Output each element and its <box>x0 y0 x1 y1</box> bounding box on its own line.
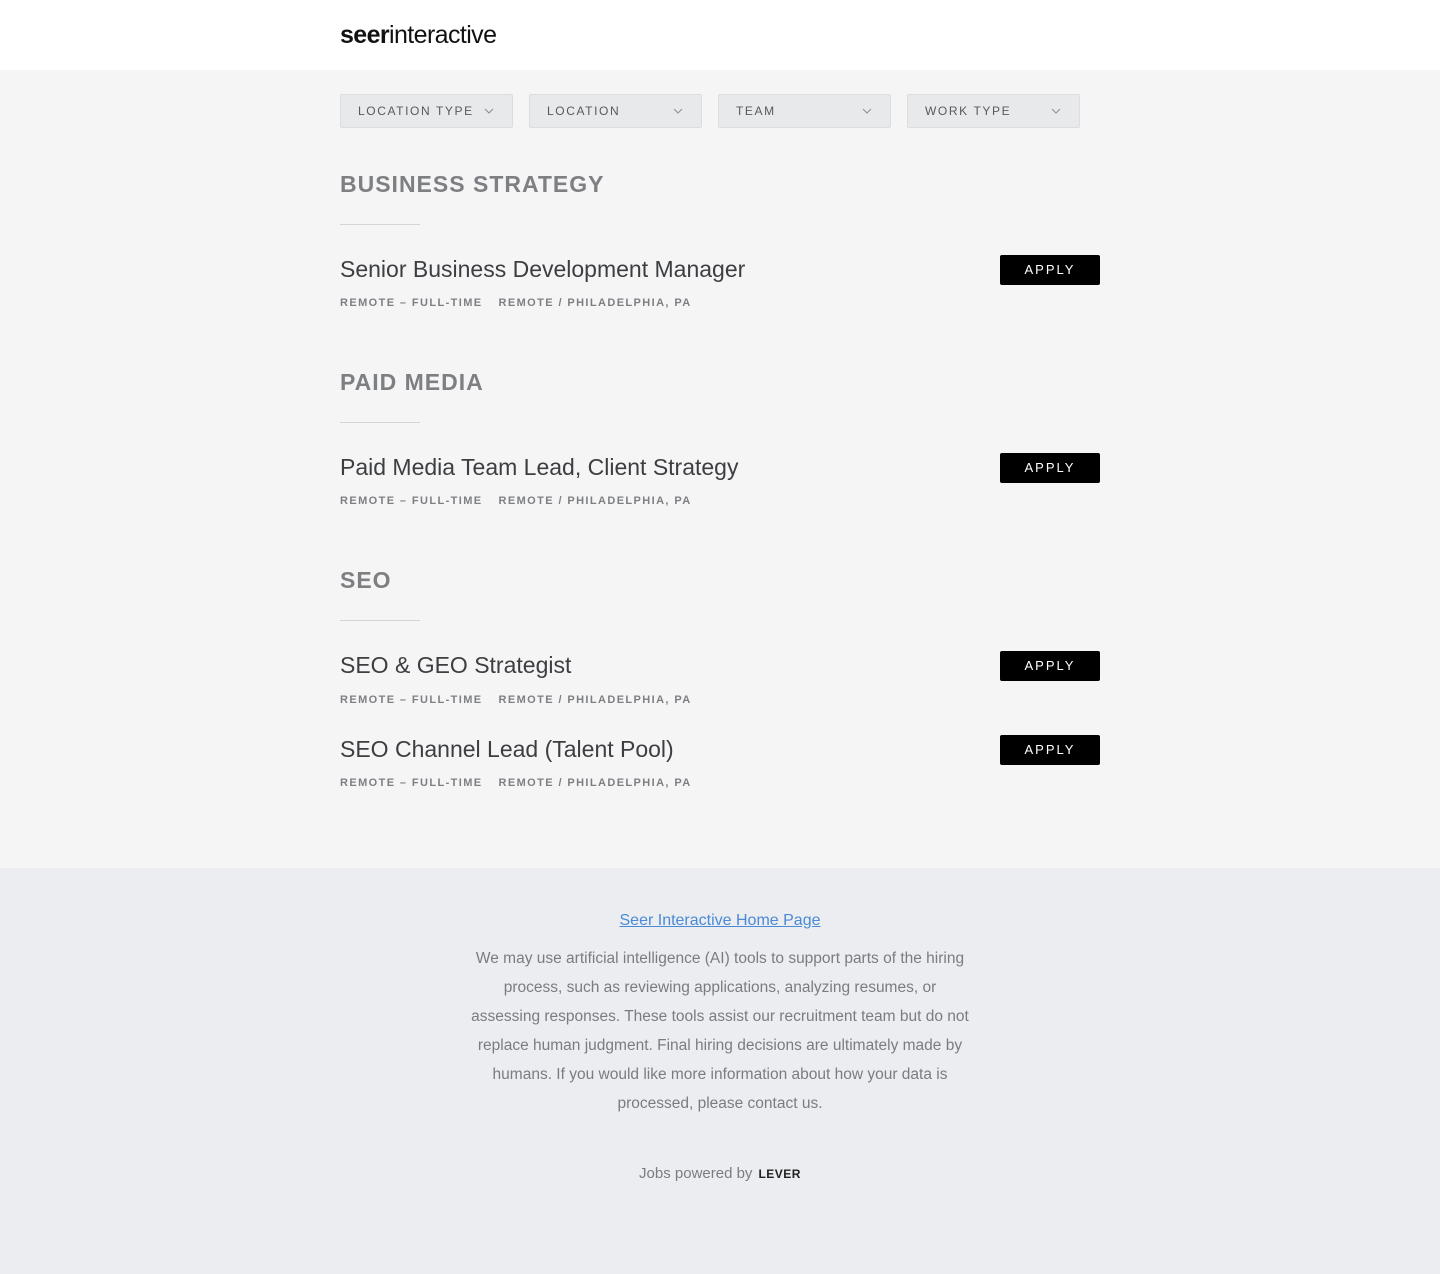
group-title-business-strategy: BUSINESS STRATEGY <box>340 171 605 197</box>
group-title-paid-media: PAID MEDIA <box>340 369 484 395</box>
posting-location: REMOTE / PHILADELPHIA, PA <box>498 495 692 507</box>
filter-team[interactable]: TEAM <box>718 94 891 128</box>
chevron-down-icon <box>673 108 683 114</box>
chevron-down-icon <box>484 108 494 114</box>
posting-title[interactable]: SEO Channel Lead (Talent Pool) <box>340 735 674 763</box>
apply-button[interactable]: APPLY <box>1000 255 1100 285</box>
logo-bold-text: seer <box>340 21 390 49</box>
posting-work-type: REMOTE – FULL-TIME <box>340 777 483 789</box>
posting-location: REMOTE / PHILADELPHIA, PA <box>498 297 692 309</box>
group-divider <box>340 620 420 621</box>
posting-title[interactable]: SEO & GEO Strategist <box>340 651 571 679</box>
chevron-down-icon <box>862 108 872 114</box>
lever-logo[interactable]: LEVER <box>758 1164 801 1184</box>
posting-location: REMOTE / PHILADELPHIA, PA <box>498 694 692 706</box>
filter-bar: LOCATION TYPE LOCATION TEAM WORK TYPE <box>340 94 1080 128</box>
filter-label: WORK TYPE <box>925 104 1012 118</box>
posting-title[interactable]: Senior Business Development Manager <box>340 255 745 283</box>
posting-meta: REMOTE – FULL-TIME REMOTE / PHILADELPHIA,… <box>340 693 692 707</box>
filter-label: LOCATION TYPE <box>358 104 474 118</box>
page-footer: Seer Interactive Home Page We may use ar… <box>0 868 1440 1274</box>
posting-title[interactable]: Paid Media Team Lead, Client Strategy <box>340 453 738 481</box>
posting-meta: REMOTE – FULL-TIME REMOTE / PHILADELPHIA,… <box>340 296 692 310</box>
apply-button[interactable]: APPLY <box>1000 651 1100 681</box>
apply-button[interactable]: APPLY <box>1000 735 1100 765</box>
job-listings: LOCATION TYPE LOCATION TEAM WORK TYPE BU… <box>0 70 1440 868</box>
filter-location[interactable]: LOCATION <box>529 94 702 128</box>
powered-by: Jobs powered by LEVER <box>0 1164 1440 1184</box>
home-page-link[interactable]: Seer Interactive Home Page <box>0 911 1440 931</box>
filter-label: TEAM <box>736 104 776 118</box>
seer-interactive-logo[interactable]: seerinteractive <box>340 20 497 50</box>
posting-meta: REMOTE – FULL-TIME REMOTE / PHILADELPHIA,… <box>340 494 692 508</box>
filter-work-type[interactable]: WORK TYPE <box>907 94 1080 128</box>
logo-light-text: interactive <box>389 21 497 49</box>
filter-label: LOCATION <box>547 104 621 118</box>
ai-disclaimer: We may use artificial intelligence (AI) … <box>471 950 969 1112</box>
filter-location-type[interactable]: LOCATION TYPE <box>340 94 513 128</box>
group-title-seo: SEO <box>340 567 392 593</box>
posting-work-type: REMOTE – FULL-TIME <box>340 495 483 507</box>
posting-meta: REMOTE – FULL-TIME REMOTE / PHILADELPHIA,… <box>340 776 692 790</box>
group-divider <box>340 224 420 225</box>
posting-location: REMOTE / PHILADELPHIA, PA <box>498 777 692 789</box>
posting-work-type: REMOTE – FULL-TIME <box>340 694 483 706</box>
apply-button[interactable]: APPLY <box>1000 453 1100 483</box>
posting-work-type: REMOTE – FULL-TIME <box>340 297 483 309</box>
top-header: seerinteractive <box>0 0 1440 70</box>
group-divider <box>340 422 420 423</box>
powered-by-text: Jobs powered by <box>639 1165 753 1182</box>
chevron-down-icon <box>1051 108 1061 114</box>
